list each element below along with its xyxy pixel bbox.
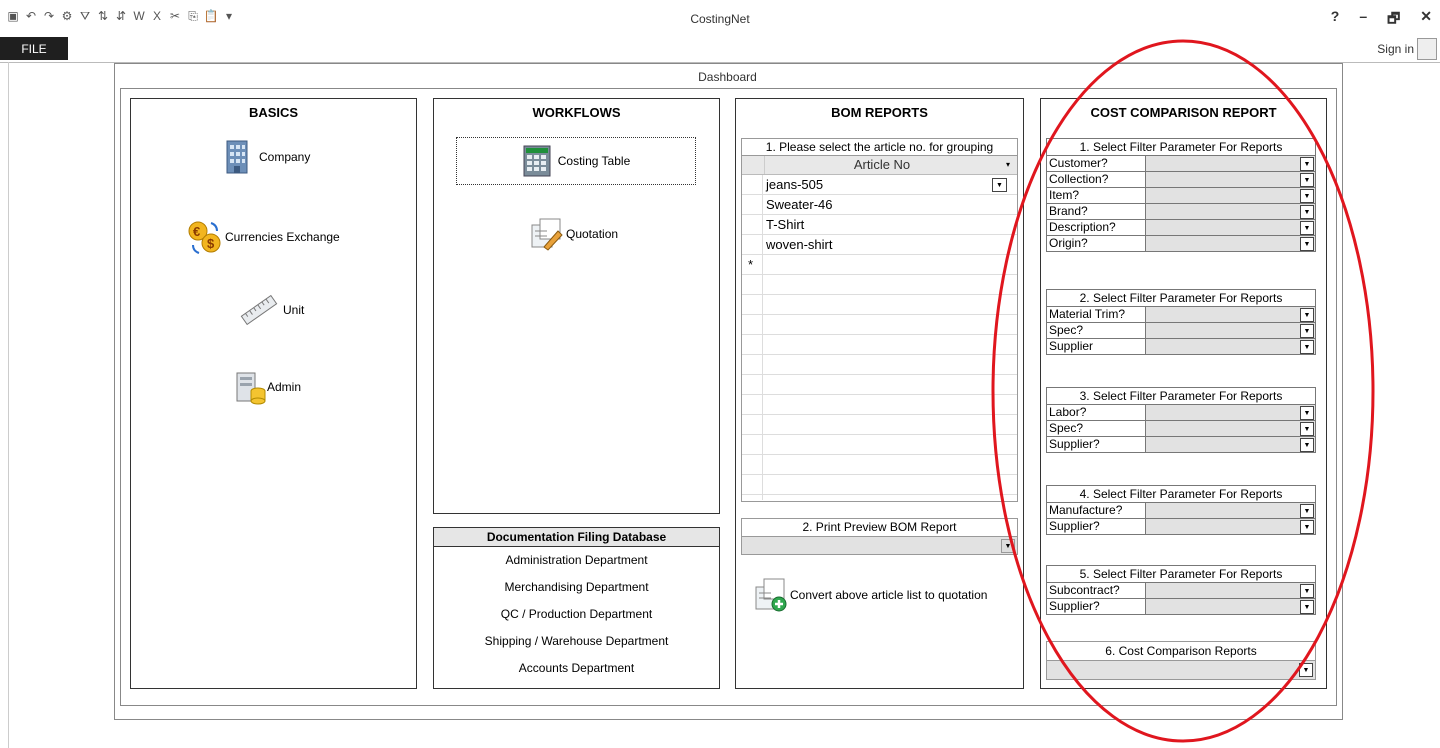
ruler-icon	[240, 294, 278, 326]
svg-text:€: €	[193, 224, 200, 239]
basics-title: BASICS	[248, 105, 299, 120]
doc-item-qc-production[interactable]: QC / Production Department	[434, 601, 719, 628]
quotation-button[interactable]: Quotation	[530, 217, 618, 251]
quotation-label: Quotation	[566, 227, 619, 241]
svg-text:$: $	[207, 236, 215, 251]
user-icon[interactable]	[1417, 38, 1437, 60]
doc-item-shipping-warehouse[interactable]: Shipping / Warehouse Department	[434, 628, 719, 655]
article-grid-header: Article No ▾	[742, 156, 1017, 175]
convert-to-quotation-label: Convert above article list to quotation	[790, 588, 988, 602]
doc-item-administration[interactable]: Administration Department	[434, 547, 719, 574]
workflows-panel: WORKFLOWS Costing Table Quotation	[433, 98, 720, 514]
doc-item-accounts[interactable]: Accounts Department	[434, 655, 719, 682]
empty-row	[742, 375, 1017, 395]
bom-title: BOM REPORTS	[831, 105, 928, 120]
currencies-exchange-button[interactable]: € $ Currencies Exchange	[187, 219, 340, 255]
convert-to-quotation-button[interactable]: Convert above article list to quotation	[754, 577, 987, 613]
workflows-title: WORKFLOWS	[532, 105, 621, 120]
convert-quotation-icon	[755, 578, 787, 612]
print-preview-label: 2. Print Preview BOM Report	[742, 519, 1017, 537]
documentation-title: Documentation Filing Database	[434, 528, 719, 547]
sign-in-link[interactable]: Sign in	[1377, 42, 1414, 56]
new-row[interactable]: *	[742, 255, 1017, 275]
empty-row	[742, 435, 1017, 455]
admin-database-icon	[236, 372, 266, 405]
article-cell[interactable]: woven-shirt	[766, 237, 832, 252]
app-title: CostingNet	[690, 12, 750, 26]
close-button[interactable]: ✕	[1420, 8, 1432, 32]
annotation-ellipse	[991, 39, 1375, 743]
table-row[interactable]: jeans-505 ▼	[742, 175, 1017, 195]
currency-exchange-icon: €$	[188, 221, 221, 254]
new-row-marker: *	[748, 257, 754, 272]
window-controls: ? – 🗗 ✕	[1331, 8, 1432, 32]
admin-button[interactable]: Admin	[235, 369, 301, 405]
empty-row	[742, 455, 1017, 475]
minimize-button[interactable]: –	[1359, 8, 1367, 32]
file-tab[interactable]: FILE	[0, 37, 68, 60]
basics-panel: BASICS Company € $ Currencies Exchange Un…	[130, 98, 417, 689]
doc-item-merchandising[interactable]: Merchandising Department	[434, 574, 719, 601]
costing-table-button[interactable]: Costing Table	[456, 137, 696, 185]
article-cell[interactable]: jeans-505	[766, 177, 823, 192]
company-button[interactable]: Company	[221, 139, 310, 175]
grid-corner	[742, 156, 765, 174]
empty-row	[742, 295, 1017, 315]
table-row[interactable]: Sweater-46	[742, 195, 1017, 215]
article-cell[interactable]: T-Shirt	[766, 217, 804, 232]
empty-row	[742, 395, 1017, 415]
empty-row	[742, 355, 1017, 375]
article-no-column-header[interactable]: Article No	[765, 156, 999, 174]
documentation-panel: Documentation Filing Database Administra…	[433, 527, 720, 689]
admin-label: Admin	[267, 380, 302, 394]
article-grid: Article No ▾ jeans-505 ▼ Sweater-46 T-Sh…	[741, 155, 1018, 502]
building-icon	[226, 140, 248, 174]
table-row[interactable]: woven-shirt	[742, 235, 1017, 255]
bom-select-label: 1. Please select the article no. for gro…	[741, 138, 1018, 155]
costing-table-label: Costing Table	[557, 154, 631, 168]
article-cell[interactable]: Sweater-46	[766, 197, 832, 212]
empty-row	[742, 315, 1017, 335]
help-button[interactable]: ?	[1331, 8, 1340, 32]
left-divider	[8, 62, 9, 748]
print-preview-select[interactable]: ▼	[742, 537, 1017, 554]
empty-row	[742, 335, 1017, 355]
unit-label: Unit	[283, 303, 305, 317]
costing-table-icon	[523, 145, 551, 177]
unit-button[interactable]: Unit	[239, 294, 304, 326]
print-preview-box: 2. Print Preview BOM Report ▼	[741, 518, 1018, 555]
empty-row	[742, 275, 1017, 295]
table-row[interactable]: T-Shirt	[742, 215, 1017, 235]
restore-button[interactable]: 🗗	[1387, 8, 1400, 32]
empty-row	[742, 415, 1017, 435]
quotation-icon	[531, 218, 563, 251]
empty-row	[742, 475, 1017, 495]
currencies-exchange-label: Currencies Exchange	[225, 230, 340, 244]
bom-panel: BOM REPORTS 1. Please select the article…	[735, 98, 1024, 689]
company-label: Company	[259, 150, 311, 164]
